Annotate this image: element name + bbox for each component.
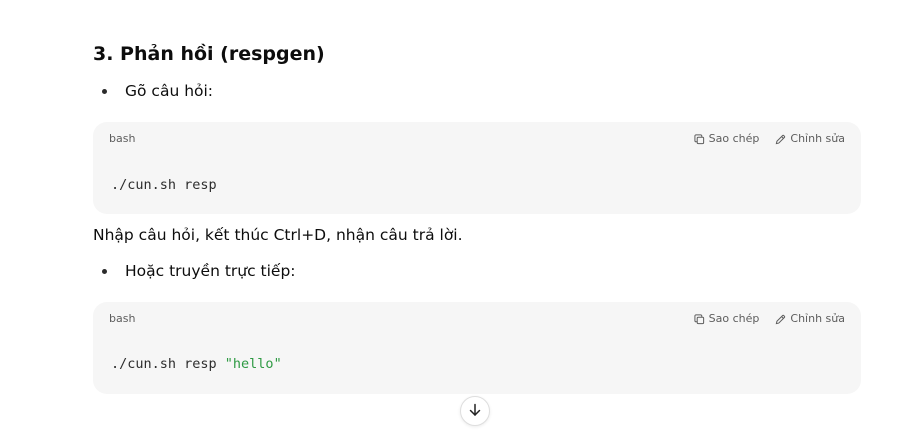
copy-label: Sao chép [708, 132, 760, 145]
copy-code-button[interactable]: Sao chép [694, 311, 760, 327]
list-item-text: Gõ câu hỏi: [125, 82, 214, 100]
edit-code-button[interactable]: Chỉnh sửa [775, 311, 845, 327]
edit-code-button[interactable]: Chỉnh sửa [775, 131, 845, 147]
edit-label: Chỉnh sửa [790, 132, 845, 145]
copy-icon [694, 313, 705, 325]
copy-label: Sao chép [708, 312, 760, 325]
code-content: ./cun.sh resp "hello" [111, 355, 282, 373]
code-string-literal: "hello" [224, 356, 282, 372]
code-block-actions: Sao chép Chỉnh sửa [694, 131, 845, 147]
copy-icon [694, 133, 705, 145]
edit-label: Chỉnh sửa [790, 312, 845, 325]
code-language-label: bash [109, 132, 136, 145]
list-item: Gõ câu hỏi: [93, 80, 213, 102]
code-content: ./cun.sh resp [111, 176, 217, 194]
code-block: bash Sao chép Chỉnh sửa [93, 302, 861, 394]
code-text: ./cun.sh resp [111, 356, 225, 372]
copy-code-button[interactable]: Sao chép [694, 131, 760, 147]
section-heading: 3. Phản hồi (respgen) [93, 43, 325, 65]
list-item: Hoặc truyền trực tiếp: [93, 260, 296, 282]
code-block: bash Sao chép Chỉnh sửa [93, 122, 861, 214]
scroll-to-bottom-button[interactable] [460, 396, 490, 426]
paragraph-text: Nhập câu hỏi, kết thúc Ctrl+D, nhận câu … [93, 226, 463, 244]
list-item-text: Hoặc truyền trực tiếp: [125, 262, 296, 280]
edit-icon [775, 314, 786, 325]
code-text: ./cun.sh resp [111, 177, 217, 193]
bullet-marker [102, 268, 107, 274]
edit-icon [775, 134, 786, 145]
code-block-actions: Sao chép Chỉnh sửa [694, 311, 845, 327]
arrow-down-icon [468, 402, 482, 421]
code-language-label: bash [109, 312, 136, 325]
bullet-marker [102, 88, 107, 94]
